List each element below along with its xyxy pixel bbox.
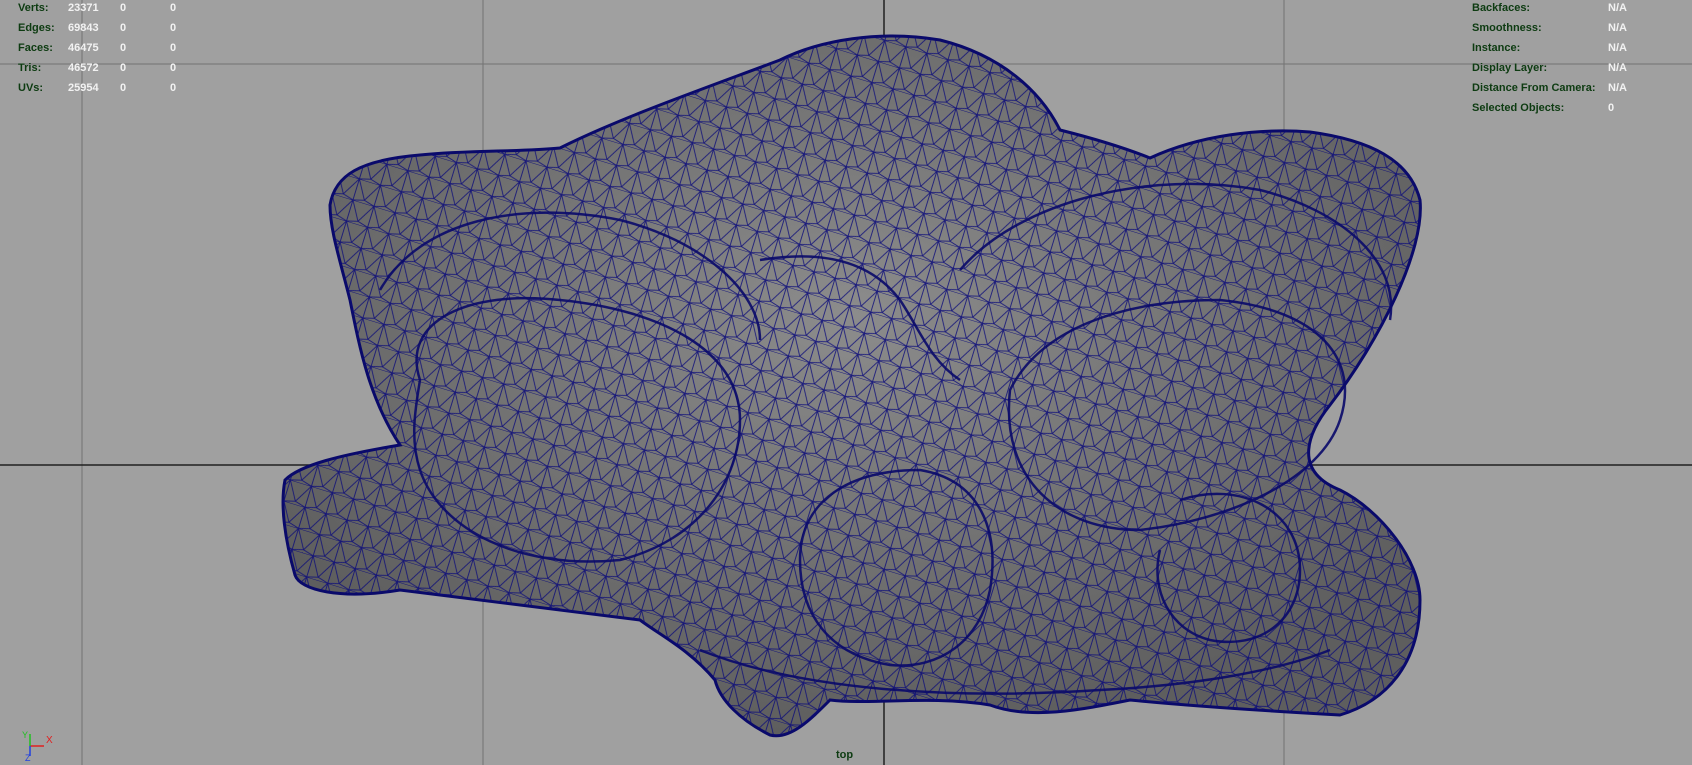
stat-extra: 0 bbox=[170, 22, 177, 34]
stat-label: Tris: bbox=[18, 62, 42, 74]
y-axis-label: Y bbox=[22, 730, 28, 740]
stat-total: 25954 bbox=[68, 82, 99, 94]
stat-selected: 0 bbox=[120, 82, 127, 94]
info-value: N/A bbox=[1608, 22, 1627, 34]
stat-total: 23371 bbox=[68, 2, 99, 14]
info-row-instance: Instance: N/A bbox=[1472, 38, 1627, 58]
info-value: 0 bbox=[1608, 102, 1615, 114]
info-row-distance-from-camera: Distance From Camera: N/A bbox=[1472, 78, 1627, 98]
stat-label: Verts: bbox=[18, 2, 49, 14]
info-label: Display Layer: bbox=[1472, 62, 1548, 74]
info-row-display-layer: Display Layer: N/A bbox=[1472, 58, 1627, 78]
stat-total: 69843 bbox=[68, 22, 99, 34]
mesh-object[interactable] bbox=[281, 34, 1422, 738]
info-label: Selected Objects: bbox=[1472, 102, 1565, 114]
mesh-wireframe bbox=[283, 36, 1421, 736]
stat-total: 46572 bbox=[68, 62, 99, 74]
viewport-grid bbox=[0, 0, 1692, 765]
stat-selected: 0 bbox=[120, 62, 127, 74]
z-axis-label: Z bbox=[25, 753, 31, 762]
info-row-smoothness: Smoothness: N/A bbox=[1472, 18, 1627, 38]
stat-extra: 0 bbox=[170, 42, 177, 54]
info-value: N/A bbox=[1608, 42, 1627, 54]
info-label: Instance: bbox=[1472, 42, 1521, 54]
viewport-panel[interactable]: Verts: 23371 0 0 Edges: 69843 0 0 Faces: 46475 0… bbox=[0, 0, 1692, 765]
axis-gizmo-icon: X Y Z bbox=[22, 730, 53, 762]
info-label: Smoothness: bbox=[1472, 22, 1542, 34]
stat-selected: 0 bbox=[120, 2, 127, 14]
object-info-hud: Backfaces: N/A Smoothness: N/A Instance: N/… bbox=[1472, 0, 1627, 118]
stat-extra: 0 bbox=[170, 2, 177, 14]
stat-extra: 0 bbox=[170, 62, 177, 74]
stat-label: Edges: bbox=[18, 22, 55, 34]
info-value: N/A bbox=[1608, 62, 1627, 74]
poly-count-hud: Verts: 23371 0 0 Edges: 69843 0 0 Faces: 46475 0… bbox=[18, 0, 176, 98]
info-row-selected-objects: Selected Objects: 0 bbox=[1472, 98, 1627, 118]
info-value: N/A bbox=[1608, 82, 1627, 94]
stat-selected: 0 bbox=[120, 22, 127, 34]
info-label: Distance From Camera: bbox=[1472, 82, 1596, 94]
stat-label: UVs: bbox=[18, 82, 44, 94]
info-label: Backfaces: bbox=[1472, 2, 1531, 14]
stat-selected: 0 bbox=[120, 42, 127, 54]
stat-row-verts: Verts: 23371 0 0 bbox=[18, 0, 176, 18]
stat-label: Faces: bbox=[18, 42, 53, 54]
x-axis-label: X bbox=[46, 735, 53, 746]
camera-name-label: top bbox=[836, 749, 854, 761]
info-row-backfaces: Backfaces: N/A bbox=[1472, 0, 1627, 18]
stat-total: 46475 bbox=[68, 42, 99, 54]
stat-row-uvs: UVs: 25954 0 0 bbox=[18, 78, 176, 98]
stat-row-edges: Edges: 69843 0 0 bbox=[18, 18, 176, 38]
stat-extra: 0 bbox=[170, 82, 177, 94]
info-value: N/A bbox=[1608, 2, 1627, 14]
stat-row-tris: Tris: 46572 0 0 bbox=[18, 58, 176, 78]
stat-row-faces: Faces: 46475 0 0 bbox=[18, 38, 176, 58]
